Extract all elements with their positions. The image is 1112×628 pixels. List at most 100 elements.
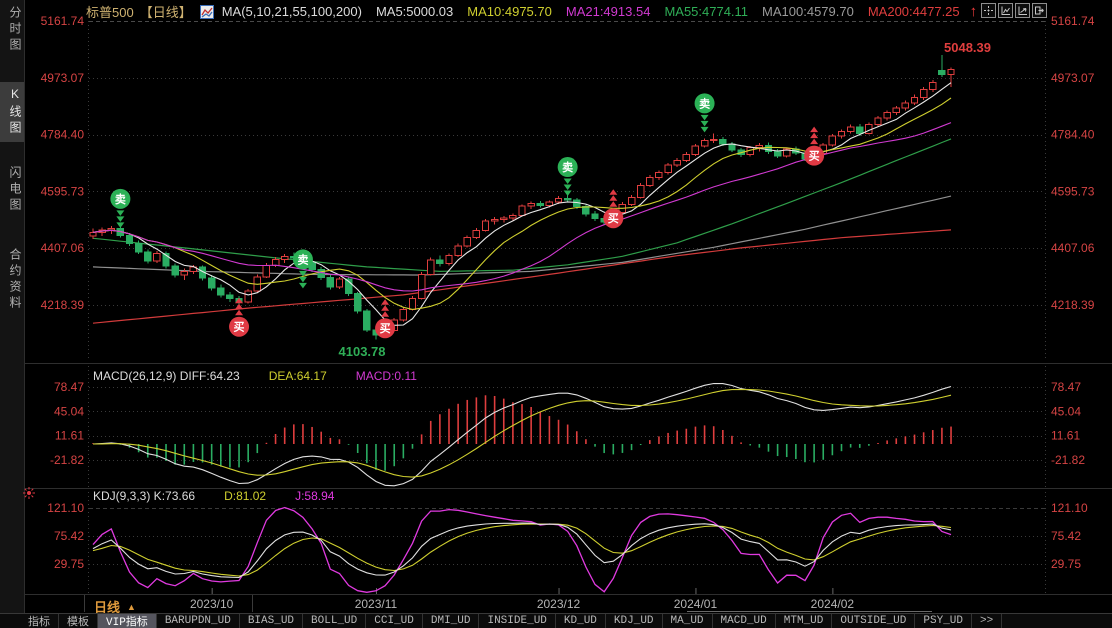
move-tool-icon[interactable] xyxy=(981,3,996,18)
macd-histogram xyxy=(92,395,952,471)
sell-signal-marker: 卖 xyxy=(694,93,715,133)
svg-text:78.47: 78.47 xyxy=(54,380,84,394)
svg-text:5161.74: 5161.74 xyxy=(1051,14,1095,28)
svg-text:75.42: 75.42 xyxy=(1051,529,1081,543)
svg-text:买: 买 xyxy=(608,212,619,225)
svg-text:5161.74: 5161.74 xyxy=(41,14,85,28)
svg-text:卖: 卖 xyxy=(699,96,710,110)
exit-pane-tool-icon[interactable] xyxy=(1032,3,1047,18)
ma-values-readout: MA(5,10,21,55,100,200) MA5:5000.03 MA10:49… xyxy=(222,4,974,19)
indicator-value: MACD:0.11 xyxy=(355,369,417,383)
tab-indicators[interactable]: 指标 xyxy=(20,614,59,628)
svg-text:-21.82: -21.82 xyxy=(50,453,84,467)
candles-layer xyxy=(89,55,955,340)
tab-barupdn-ud[interactable]: BARUPDN_UD xyxy=(157,614,240,628)
svg-text:2023/11: 2023/11 xyxy=(355,597,398,611)
sell-signal-marker: 卖 xyxy=(557,157,578,197)
indicator-value: MA5:5000.03 xyxy=(375,4,454,19)
x-axis-labels: 2023/10 2023/11 2023/12 2024/01 2024/02 xyxy=(84,588,855,612)
buy-signal-marker: 买 xyxy=(603,189,624,229)
price-up-arrow-icon: ↑ xyxy=(969,3,978,20)
tab-mtm-ud[interactable]: MTM_UD xyxy=(776,614,833,628)
period-label: 【日线】 xyxy=(139,5,192,20)
svg-text:卖: 卖 xyxy=(115,192,126,206)
tab-ma-ud[interactable]: MA_UD xyxy=(663,614,713,628)
symbol-name: 标普500 xyxy=(86,5,134,20)
price-annotations: 5048.39 4103.78 xyxy=(339,40,992,359)
svg-text:121.10: 121.10 xyxy=(47,501,84,515)
svg-text:45.04: 45.04 xyxy=(1051,404,1081,418)
svg-text:买: 买 xyxy=(809,150,820,163)
tab-macd-ud[interactable]: MACD_UD xyxy=(713,614,776,628)
kdj-lines xyxy=(92,506,952,593)
svg-text:4595.73: 4595.73 xyxy=(41,184,85,198)
svg-text:2023/12: 2023/12 xyxy=(537,597,581,611)
buy-signal-marker: 买 xyxy=(229,297,250,337)
sidebar-item-contract-info[interactable]: 合约资料 xyxy=(0,248,24,312)
indicator-value: KDJ(9,3,3) K:73.66 xyxy=(93,489,196,503)
tab-boll-ud[interactable]: BOLL_UD xyxy=(303,614,367,628)
tab-bias-ud[interactable]: BIAS_UD xyxy=(240,614,304,628)
indicator-value: MA200:4477.25 xyxy=(867,4,960,19)
tab-vip-indicators[interactable]: VIP指标 xyxy=(98,614,157,628)
svg-text:4218.39: 4218.39 xyxy=(41,298,85,312)
svg-text:卖: 卖 xyxy=(562,160,573,174)
axis-pan-tool-icon[interactable] xyxy=(1015,3,1030,18)
svg-text:29.75: 29.75 xyxy=(54,557,84,571)
tab-inside-ud[interactable]: INSIDE_UD xyxy=(479,614,556,628)
svg-text:4407.06: 4407.06 xyxy=(1051,241,1095,255)
trade-signal-markers: 卖买卖买卖买卖买 xyxy=(110,93,825,339)
sidebar-item-kline-chart[interactable]: K线图 xyxy=(0,82,24,142)
tab-templates[interactable]: 模板 xyxy=(59,614,98,628)
svg-text:4407.06: 4407.06 xyxy=(41,241,85,255)
svg-text:买: 买 xyxy=(234,321,245,334)
macd-lines xyxy=(92,382,952,487)
trading-app-window: 5161.74 5161.74 4973.07 4973.07 4784.40 4784.… xyxy=(0,0,1112,628)
svg-text:买: 买 xyxy=(380,322,391,335)
svg-text:4218.39: 4218.39 xyxy=(1051,298,1095,312)
chart-type-icon xyxy=(199,4,214,19)
chart-header: 标普500 【日线】 MA(5,10,21,55,100,200) MA5:500… xyxy=(86,3,977,20)
svg-text:121.10: 121.10 xyxy=(1051,501,1088,515)
svg-text:卖: 卖 xyxy=(297,252,308,266)
sell-signal-marker: 卖 xyxy=(292,249,313,289)
svg-text:75.42: 75.42 xyxy=(54,529,84,543)
gridlines xyxy=(25,21,1112,595)
ma-overlay-lines xyxy=(92,138,952,324)
kdj-readout: KDJ(9,3,3) K:73.66 D:81.02 J:58.94 xyxy=(93,489,348,503)
svg-text:4973.07: 4973.07 xyxy=(1051,71,1095,85)
tab-dmi-ud[interactable]: DMI_UD xyxy=(423,614,480,628)
svg-text:2024/01: 2024/01 xyxy=(674,597,718,611)
svg-text:4595.73: 4595.73 xyxy=(1051,184,1095,198)
alert-icon[interactable] xyxy=(22,486,36,500)
tab-kdj-ud[interactable]: KDJ_UD xyxy=(606,614,663,628)
tab-cci-ud[interactable]: CCI_UD xyxy=(366,614,423,628)
sidebar-item-flash-chart[interactable]: 闪电图 xyxy=(0,166,24,214)
svg-text:11.61: 11.61 xyxy=(1051,429,1080,443)
chart-toolbar xyxy=(981,3,1047,18)
indicator-value: MA100:4579.70 xyxy=(762,4,854,19)
sidebar-item-time-chart[interactable]: 分时图 xyxy=(0,6,24,54)
buy-signal-marker: 买 xyxy=(804,126,825,166)
axis-labels: 5161.74 5161.74 4973.07 4973.07 4784.40 4784.… xyxy=(41,14,1095,571)
svg-text:2024/02: 2024/02 xyxy=(811,597,855,611)
tab-more-tabs[interactable]: >> xyxy=(972,614,1003,628)
indicator-value: MA21:4913.54 xyxy=(565,4,651,19)
tab-psy-ud[interactable]: PSY_UD xyxy=(915,614,972,628)
triangle-up-icon: ▲ xyxy=(127,601,136,612)
tab-outside-ud[interactable]: OUTSIDE_UD xyxy=(832,614,916,628)
indicator-value: J:58.94 xyxy=(295,489,335,503)
indicator-value: MA55:4774.11 xyxy=(664,4,749,19)
macd-readout: MACD(26,12,9) DIFF:64.23 DEA:64.17 MACD:0.… xyxy=(93,369,431,383)
svg-text:5048.39: 5048.39 xyxy=(944,40,991,55)
axis-scale-tool-icon[interactable] xyxy=(998,3,1013,18)
svg-text:2023/10: 2023/10 xyxy=(190,597,234,611)
indicator-value: MACD(26,12,9) DIFF:64.23 xyxy=(93,369,240,383)
svg-text:78.47: 78.47 xyxy=(1051,380,1081,394)
tab-kd-ud[interactable]: KD_UD xyxy=(556,614,606,628)
svg-text:29.75: 29.75 xyxy=(1051,557,1081,571)
svg-text:4103.78: 4103.78 xyxy=(339,344,386,359)
svg-text:4784.40: 4784.40 xyxy=(1051,128,1095,142)
svg-text:45.04: 45.04 xyxy=(54,404,84,418)
indicator-value: DEA:64.17 xyxy=(268,369,327,383)
